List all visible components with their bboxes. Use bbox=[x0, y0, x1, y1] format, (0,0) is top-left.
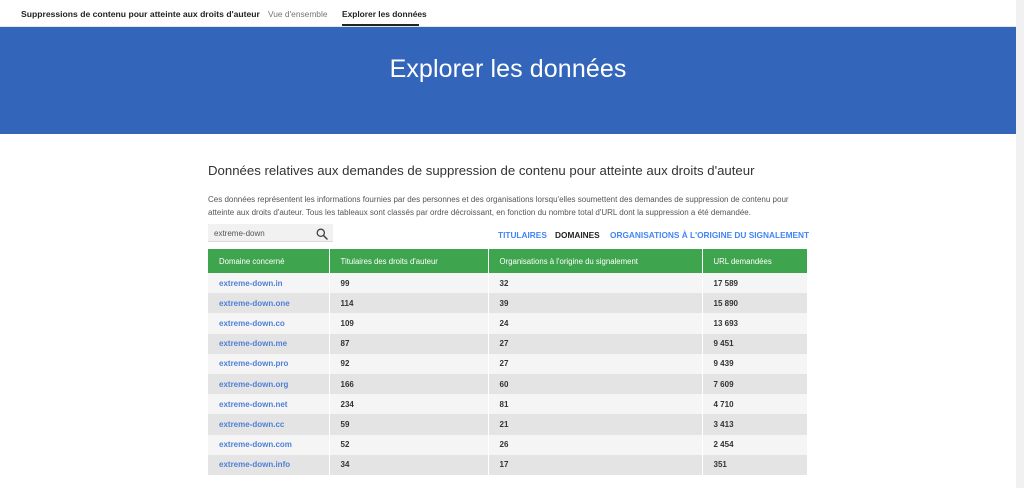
tab-overview[interactable]: Vue d'ensemble bbox=[268, 9, 328, 19]
copyright-owners-count: 99 bbox=[329, 273, 489, 294]
domain-link[interactable]: extreme-down.com bbox=[208, 434, 330, 455]
filter-domains[interactable]: DOMAINES bbox=[555, 230, 600, 240]
tab-explore-data[interactable]: Explorer les données bbox=[342, 9, 427, 19]
reporting-organizations-count: 39 bbox=[488, 293, 703, 314]
copyright-owners-count: 34 bbox=[329, 454, 489, 475]
copyright-owners-count: 59 bbox=[329, 414, 489, 435]
domain-link[interactable]: extreme-down.me bbox=[208, 333, 330, 354]
section-description: Ces données représentent les information… bbox=[208, 195, 789, 217]
active-tab-indicator bbox=[342, 24, 419, 26]
domain-link[interactable]: extreme-down.info bbox=[208, 454, 330, 475]
reporting-organizations-count: 24 bbox=[488, 313, 703, 334]
copyright-owners-count: 87 bbox=[329, 333, 489, 354]
reporting-organizations-count: 17 bbox=[488, 454, 703, 475]
copyright-owners-count: 234 bbox=[329, 394, 489, 415]
urls-requested-count: 351 bbox=[702, 454, 807, 475]
urls-requested-count: 4 710 bbox=[702, 394, 807, 415]
domain-link[interactable]: extreme-down.net bbox=[208, 394, 330, 415]
copyright-owners-count: 166 bbox=[329, 373, 489, 395]
column-header-urls-requested[interactable]: URL demandées bbox=[702, 249, 807, 273]
search-input[interactable] bbox=[214, 226, 312, 240]
urls-requested-count: 15 890 bbox=[702, 293, 807, 314]
domain-link[interactable]: extreme-down.pro bbox=[208, 353, 330, 374]
filter-copyright-owners[interactable]: TITULAIRES bbox=[498, 230, 547, 240]
urls-requested-count: 17 589 bbox=[702, 273, 807, 294]
urls-requested-count: 7 609 bbox=[702, 373, 807, 395]
domain-link[interactable]: extreme-down.co bbox=[208, 313, 330, 334]
reporting-organizations-count: 27 bbox=[488, 333, 703, 354]
reporting-organizations-count: 27 bbox=[488, 353, 703, 374]
table-row: extreme-down.cc 59 21 3 413 bbox=[208, 414, 807, 435]
domain-link[interactable]: extreme-down.one bbox=[208, 293, 330, 314]
table-row: extreme-down.in 99 32 17 589 bbox=[208, 273, 807, 294]
table-row: extreme-down.net 234 81 4 710 bbox=[208, 394, 807, 415]
top-navigation: Suppressions de contenu pour atteinte au… bbox=[0, 0, 1016, 27]
site-title[interactable]: Suppressions de contenu pour atteinte au… bbox=[21, 9, 260, 19]
reporting-organizations-count: 26 bbox=[488, 434, 703, 455]
table-row: extreme-down.org 166 60 7 609 bbox=[208, 373, 807, 395]
section-title: Données relatives aux demandes de suppre… bbox=[208, 163, 755, 178]
reporting-organizations-count: 21 bbox=[488, 414, 703, 435]
domains-table: Domaine concerné Titulaires des droits d… bbox=[208, 249, 807, 475]
domain-search-box bbox=[208, 224, 333, 242]
scrollbar[interactable] bbox=[1016, 0, 1024, 488]
table-row: extreme-down.pro 92 27 9 439 bbox=[208, 353, 807, 374]
column-header-reporting-organizations[interactable]: Organisations à l'origine du signalement bbox=[488, 249, 703, 273]
urls-requested-count: 9 439 bbox=[702, 353, 807, 374]
search-icon[interactable] bbox=[316, 227, 328, 240]
copyright-owners-count: 109 bbox=[329, 313, 489, 334]
filter-reporting-organizations[interactable]: ORGANISATIONS À L'ORIGINE DU SIGNALEMENT bbox=[610, 230, 809, 240]
domain-link[interactable]: extreme-down.org bbox=[208, 373, 330, 395]
table-row: extreme-down.info 34 17 351 bbox=[208, 454, 807, 475]
column-header-copyright-owners[interactable]: Titulaires des droits d'auteur bbox=[329, 249, 489, 273]
reporting-organizations-count: 60 bbox=[488, 373, 703, 395]
urls-requested-count: 13 693 bbox=[702, 313, 807, 334]
domain-link[interactable]: extreme-down.cc bbox=[208, 414, 330, 435]
domain-link[interactable]: extreme-down.in bbox=[208, 273, 330, 294]
page-title: Explorer les données bbox=[389, 55, 627, 83]
reporting-organizations-count: 32 bbox=[488, 273, 703, 294]
urls-requested-count: 2 454 bbox=[702, 434, 807, 455]
table-row: extreme-down.me 87 27 9 451 bbox=[208, 333, 807, 354]
reporting-organizations-count: 81 bbox=[488, 394, 703, 415]
table-header-row: Domaine concerné Titulaires des droits d… bbox=[208, 249, 807, 273]
copyright-owners-count: 52 bbox=[329, 434, 489, 455]
copyright-owners-count: 114 bbox=[329, 293, 489, 314]
table-row: extreme-down.co 109 24 13 693 bbox=[208, 313, 807, 334]
table-row: extreme-down.one 114 39 15 890 bbox=[208, 293, 807, 314]
urls-requested-count: 3 413 bbox=[702, 414, 807, 435]
table-row: extreme-down.com 52 26 2 454 bbox=[208, 434, 807, 455]
hero-banner: Explorer les données bbox=[0, 27, 1016, 134]
column-header-domain[interactable]: Domaine concerné bbox=[208, 249, 330, 273]
copyright-owners-count: 92 bbox=[329, 353, 489, 374]
urls-requested-count: 9 451 bbox=[702, 333, 807, 354]
